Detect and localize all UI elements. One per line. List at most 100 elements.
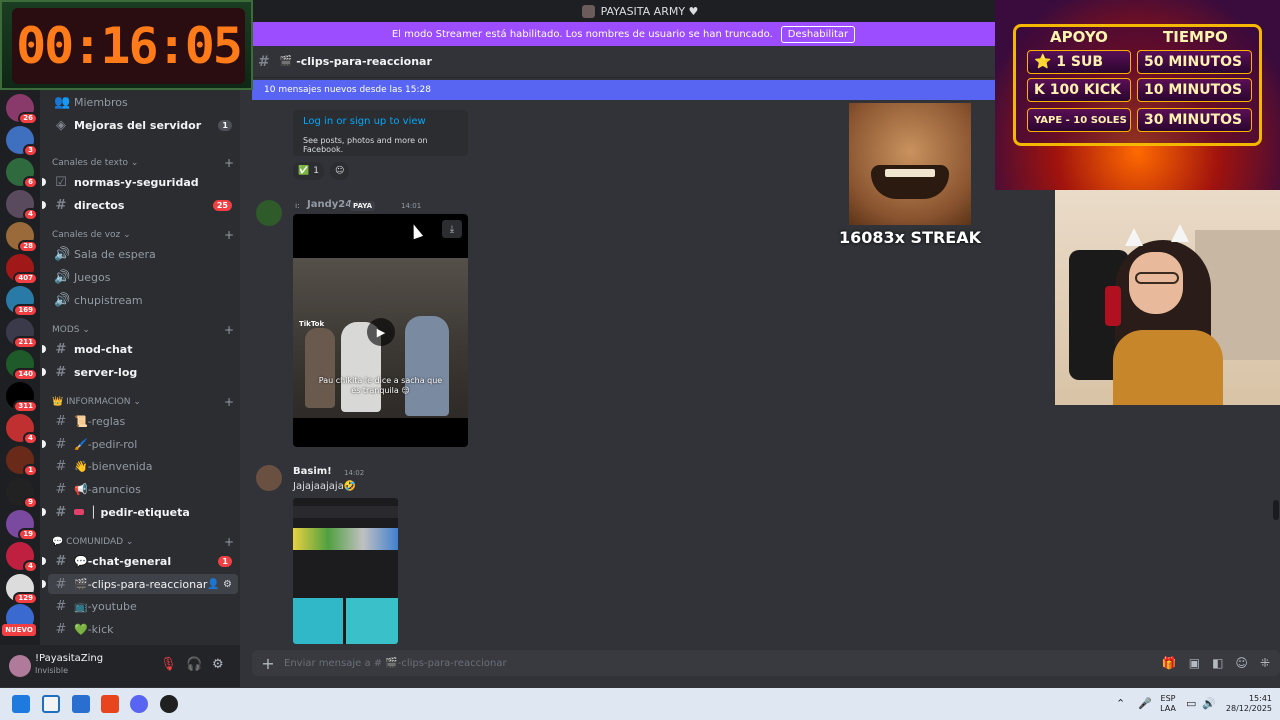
- message-input[interactable]: Enviar mensaje a # 🎬-clips-para-reaccion…: [284, 658, 507, 669]
- sticker-icon[interactable]: ◧: [1212, 656, 1223, 670]
- sidebar-item-label: 📢-anuncios: [74, 482, 141, 496]
- server-icon[interactable]: 3: [6, 126, 38, 157]
- avatar[interactable]: [9, 655, 31, 677]
- monitor-icon[interactable]: ▭: [1186, 697, 1196, 710]
- add-channel-icon[interactable]: +: [224, 323, 234, 337]
- sidebar-item-anuncios[interactable]: # 📢-anuncios: [48, 479, 238, 499]
- sidebar-item-server-log[interactable]: # server-log: [42, 362, 238, 382]
- server-badge: 211: [13, 336, 38, 349]
- window-icon[interactable]: [72, 695, 90, 713]
- add-channel-icon[interactable]: +: [224, 156, 234, 170]
- sidebar-item-reglas[interactable]: # 📜-reglas: [48, 411, 238, 431]
- sidebar-item-chat-general[interactable]: # 💬-chat-general 1: [42, 551, 238, 571]
- add-reaction-button[interactable]: ☺: [330, 162, 350, 180]
- windows-start-icon[interactable]: [12, 695, 30, 713]
- language-indicator[interactable]: ESP LAA: [1156, 688, 1180, 720]
- server-icon[interactable]: 4: [6, 190, 38, 221]
- server-icon[interactable]: 9: [6, 478, 38, 509]
- chevron-up-icon[interactable]: ⌃: [1116, 697, 1125, 710]
- add-channel-icon[interactable]: +: [224, 228, 234, 242]
- scrollbar-thumb[interactable]: [1273, 500, 1279, 520]
- voice-channel-juegos[interactable]: 🔊 Juegos: [48, 267, 238, 287]
- server-icon[interactable]: 407: [6, 254, 38, 285]
- invite-icon[interactable]: 👤: [207, 579, 219, 590]
- voice-channel-sala[interactable]: 🔊 Sala de espera: [48, 244, 238, 264]
- attach-plus-icon[interactable]: +: [252, 654, 284, 673]
- embed-link[interactable]: Log in or sign up to view: [303, 116, 426, 127]
- sidebar-item-youtube[interactable]: # 📺-youtube: [48, 596, 238, 616]
- mic-muted-icon[interactable]: 🎙: [160, 657, 177, 672]
- message-time: 14:02: [344, 469, 365, 477]
- server-icon[interactable]: 6: [6, 158, 38, 189]
- obs-icon[interactable]: [160, 695, 178, 713]
- server-icon[interactable]: 129: [6, 574, 38, 605]
- screenshot-banner: [293, 528, 398, 550]
- sidebar-item-pedir-etiqueta[interactable]: # │ pedir-etiqueta: [42, 502, 238, 522]
- category-text-channels[interactable]: Canales de texto ⌄ +: [52, 156, 240, 170]
- sidebar-item-boosts[interactable]: ◈ Mejoras del servidor 1: [48, 115, 238, 135]
- embed-description: See posts, photos and more on Facebook.: [303, 136, 428, 154]
- headphones-icon[interactable]: 🎧: [186, 657, 202, 672]
- server-badge: 6: [23, 176, 38, 189]
- category-informacion[interactable]: 👑 INFORMACION ⌄ +: [52, 395, 240, 409]
- microphone-icon[interactable]: 🎤: [1138, 697, 1152, 710]
- gift-icon[interactable]: 🎁: [1162, 656, 1177, 670]
- sidebar-item-normas[interactable]: ☑ normas-y-seguridad: [42, 172, 238, 192]
- server-icon[interactable]: 4: [6, 542, 38, 573]
- server-icon[interactable]: 140: [6, 350, 38, 381]
- sidebar-item-pedir-rol[interactable]: # 🖌️-pedir-rol: [42, 434, 238, 454]
- server-rail: 26 3 6 4 28 407 169 211 140 311 4 1 9 19…: [0, 90, 40, 645]
- server-icon[interactable]: 311: [6, 382, 38, 413]
- person-figure: [305, 328, 335, 408]
- sidebar-item-label: 🖌️-pedir-rol: [74, 437, 138, 451]
- video-attachment[interactable]: TikTok ▶ Pau chikita le dice a sacha que…: [293, 214, 468, 447]
- server-icon[interactable]: 4: [6, 414, 38, 445]
- message-author[interactable]: Basim!: [293, 466, 332, 477]
- new-messages-bar[interactable]: 10 mensajes nuevos desde las 15:28: [252, 80, 995, 100]
- reaction-check[interactable]: ✅ 1: [293, 162, 324, 180]
- apps-icon[interactable]: ⁜: [1260, 656, 1270, 670]
- sidebar-item-directos[interactable]: # directos 25: [42, 195, 238, 215]
- sidebar-item-members[interactable]: 👥 Miembros: [48, 92, 238, 112]
- download-icon[interactable]: ⤓: [442, 220, 462, 238]
- volume-icon[interactable]: 🔊: [1202, 697, 1216, 710]
- task-view-icon[interactable]: [42, 695, 60, 713]
- add-channel-icon[interactable]: +: [224, 395, 234, 409]
- category-mods[interactable]: MODS ⌄ +: [52, 323, 240, 337]
- gif-icon[interactable]: ▣: [1189, 656, 1200, 670]
- avatar[interactable]: [256, 465, 282, 491]
- sidebar-item-label: 💚-kick: [74, 622, 114, 636]
- sidebar-item-clips-para-reaccionar[interactable]: # 🎬-clips-para-reaccionar 👤 ⚙: [42, 574, 238, 594]
- add-channel-icon[interactable]: +: [224, 535, 234, 549]
- server-icon[interactable]: 19: [6, 510, 38, 541]
- voice-channel-chupistream[interactable]: 🔊 chupistream: [48, 290, 238, 310]
- clock[interactable]: 15:41 28/12/2025: [1222, 688, 1272, 720]
- screenshot-photo: [293, 598, 343, 644]
- timer-digits: 00:16:05: [12, 8, 245, 84]
- sidebar-item-mod-chat[interactable]: # mod-chat: [42, 339, 238, 359]
- tag-color-icon: [74, 509, 84, 515]
- category-voice-channels[interactable]: Canales de voz ⌄ +: [52, 228, 240, 242]
- user-name: !PayasitaZing: [35, 653, 104, 664]
- message-author[interactable]: Jandy24: [307, 199, 352, 210]
- image-attachment[interactable]: [293, 498, 398, 644]
- server-icon[interactable]: 1: [6, 446, 38, 477]
- emoji-icon[interactable]: ☺: [1235, 656, 1248, 670]
- play-icon[interactable]: ▶: [367, 318, 395, 346]
- category-comunidad[interactable]: 💬 COMUNIDAD ⌄ +: [52, 535, 240, 549]
- server-icon[interactable]: 169: [6, 286, 38, 317]
- sidebar-item-bienvenida[interactable]: # 👋-bienvenida: [48, 456, 238, 476]
- gear-icon[interactable]: ⚙: [212, 657, 224, 672]
- server-icon[interactable]: 28: [6, 222, 38, 253]
- server-icon[interactable]: 211: [6, 318, 38, 349]
- sidebar-item-kick[interactable]: # 💚-kick: [48, 619, 238, 639]
- avatar[interactable]: [256, 200, 282, 226]
- gear-icon[interactable]: ⚙: [223, 579, 232, 590]
- server-icon[interactable]: 26: [6, 94, 38, 125]
- disable-streamer-button[interactable]: Deshabilitar: [780, 25, 856, 43]
- server-badge: 19: [18, 528, 38, 541]
- brave-browser-icon[interactable]: [101, 695, 119, 713]
- discord-icon[interactable]: [130, 695, 148, 713]
- members-icon: 👥: [54, 94, 71, 110]
- message-composer[interactable]: + Enviar mensaje a # 🎬-clips-para-reacci…: [252, 650, 1280, 676]
